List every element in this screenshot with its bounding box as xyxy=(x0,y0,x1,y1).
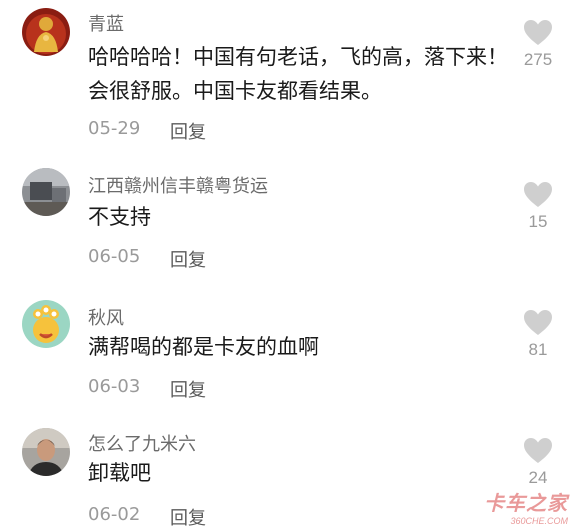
comment-text: 满帮喝的都是卡友的血啊 xyxy=(88,330,508,364)
comment-text-line: 满帮喝的都是卡友的血啊 xyxy=(88,335,319,359)
avatar[interactable] xyxy=(22,300,70,348)
comment-username[interactable]: 江西赣州信丰赣粤货运 xyxy=(88,172,268,198)
like-button[interactable]: 15 xyxy=(518,182,558,232)
man-photo-avatar-icon xyxy=(22,428,70,476)
comment-username[interactable]: 秋风 xyxy=(88,304,124,330)
comment-item: 青蓝 哈哈哈哈！中国有句老话，飞的高，落下来！ 会很舒服。中国卡友都看结果。 0… xyxy=(0,0,576,150)
comment-text-line: 会很舒服。中国卡友都看结果。 xyxy=(88,79,382,103)
avatar[interactable] xyxy=(22,8,70,56)
heart-icon xyxy=(524,20,552,45)
like-count: 24 xyxy=(528,468,548,487)
heart-icon xyxy=(524,438,552,463)
comment-date: 06-02 xyxy=(88,504,141,525)
like-count: 81 xyxy=(528,340,548,359)
avatar[interactable] xyxy=(22,168,70,216)
reply-button[interactable]: 回复 xyxy=(170,504,206,530)
like-button[interactable]: 81 xyxy=(518,310,558,360)
comment-username[interactable]: 青蓝 xyxy=(88,10,124,36)
like-button[interactable]: 24 xyxy=(518,438,558,488)
comment-text: 卸载吧 xyxy=(88,456,508,490)
heart-icon xyxy=(524,182,552,207)
heart-icon xyxy=(524,310,552,335)
watermark-logo: 卡车之家 360CHE.COM xyxy=(484,487,568,526)
comment-text-line: 哈哈哈哈！中国有句老话，飞的高，落下来！ xyxy=(88,45,508,69)
comment-date: 06-03 xyxy=(88,376,141,397)
comment-text: 哈哈哈哈！中国有句老话，飞的高，落下来！ 会很舒服。中国卡友都看结果。 xyxy=(88,40,508,108)
like-count: 15 xyxy=(528,212,548,231)
reply-button[interactable]: 回复 xyxy=(170,118,206,144)
comment-item: 秋风 满帮喝的都是卡友的血啊 06-03 回复 81 xyxy=(0,292,576,412)
watermark-cn: 卡车之家 xyxy=(484,491,568,515)
comment-item: 江西赣州信丰赣粤货运 不支持 06-05 回复 15 xyxy=(0,160,576,280)
truck-photo-avatar-icon xyxy=(22,168,70,216)
comment-username[interactable]: 怎么了九米六 xyxy=(88,430,196,456)
like-count: 275 xyxy=(523,50,553,69)
comment-text: 不支持 xyxy=(88,200,508,234)
comment-text-line: 卸载吧 xyxy=(88,461,151,485)
watermark-en: 360CHE.COM xyxy=(510,516,568,526)
like-button[interactable]: 275 xyxy=(518,20,558,70)
comment-date: 05-29 xyxy=(88,118,141,139)
comment-date: 06-05 xyxy=(88,246,141,267)
buddha-avatar-icon xyxy=(22,8,70,56)
monster-avatar-icon xyxy=(22,300,70,348)
reply-button[interactable]: 回复 xyxy=(170,376,206,402)
avatar[interactable] xyxy=(22,428,70,476)
comment-text-line: 不支持 xyxy=(88,205,151,229)
reply-button[interactable]: 回复 xyxy=(170,246,206,272)
